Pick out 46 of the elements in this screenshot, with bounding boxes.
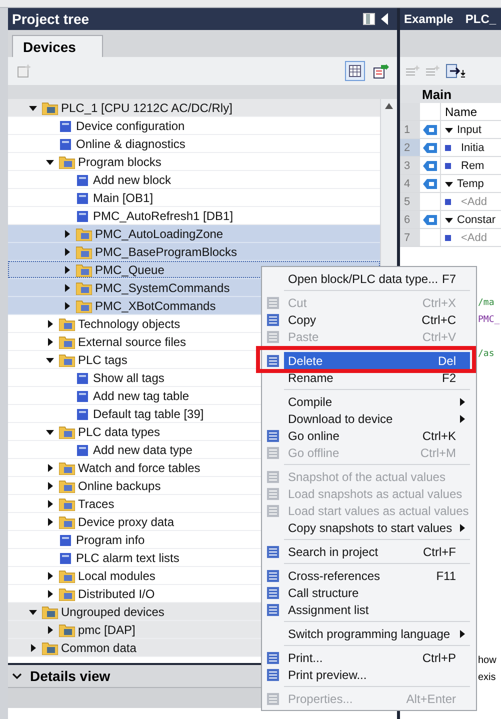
details-view-title: Details view — [30, 668, 110, 684]
tree-item-label: Online backups — [78, 478, 161, 492]
tree-item-label: Device configuration — [76, 118, 185, 132]
tree-item-label: Main [OB1] — [93, 190, 154, 204]
tree-item-label: PMC_AutoRefresh1 [DB1] — [93, 208, 234, 222]
variable-name: Initia — [461, 142, 484, 154]
tree-item-label: PMC_AutoLoadingZone — [95, 226, 224, 240]
tree-item-label: PMC_BaseProgramBlocks — [95, 244, 238, 258]
block-title: Main — [422, 86, 452, 102]
tree-item-label: PLC tags — [78, 352, 128, 366]
tree-item-label: Add new data type — [93, 442, 192, 456]
tree-item-label: PLC_1 [CPU 1212C AC/DC/Rly] — [61, 100, 232, 114]
tree-item-label: Program blocks — [78, 154, 162, 168]
tree-item-label: Local modules — [78, 568, 156, 582]
code-text: /ma — [478, 297, 494, 310]
tree-item-label: Traces — [78, 496, 114, 510]
panel-text: exis — [478, 672, 496, 683]
tree-item-label: Common data — [61, 640, 136, 654]
variable-name: Temp — [457, 178, 484, 190]
panel-title: Project tree — [12, 11, 90, 27]
tree-item-label: Watch and force tables — [78, 460, 200, 474]
tree-item-label: PLC alarm text lists — [76, 550, 180, 564]
tree-item-label: pmc [DAP] — [78, 622, 136, 636]
tree-item-label: Default tag table [39] — [93, 406, 204, 420]
variable-name: <Add — [461, 232, 487, 244]
tree-item-label: External source files — [78, 334, 186, 348]
tree-item-label: Add new tag table — [93, 388, 190, 402]
variable-name: <Add — [461, 196, 487, 208]
tree-item-label: Online & diagnostics — [76, 136, 186, 150]
tree-item-label: PMC_SystemCommands — [95, 280, 230, 294]
tree-item-label: PLC data types — [78, 424, 160, 438]
tree-item-label: PMC_Queue — [95, 262, 164, 276]
variable-name: Constar — [457, 214, 496, 226]
tree-item-label: PMC_XBotCommands — [95, 298, 216, 312]
tree-item-label: Ungrouped devices — [61, 604, 164, 618]
tree-item-label: Technology objects — [78, 316, 180, 330]
variable-name: Rem — [461, 160, 484, 172]
tree-item-label: Show all tags — [93, 370, 164, 384]
tree-item-label: Add new block — [93, 172, 172, 186]
panel-text: how — [478, 655, 496, 666]
tree-item-label: Device proxy data — [78, 514, 174, 528]
tree-item-label: Program info — [76, 532, 145, 546]
code-text: /as — [478, 348, 494, 361]
code-text: PMC_ — [478, 314, 500, 327]
tree-item-label: Distributed I/O — [78, 586, 155, 600]
variable-name: Input — [457, 124, 482, 136]
